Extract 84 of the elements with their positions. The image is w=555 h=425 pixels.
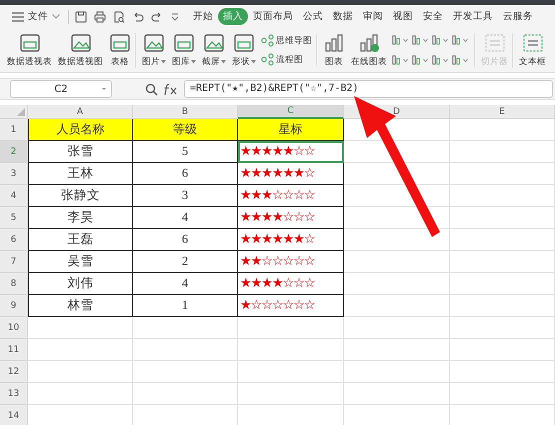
row-header[interactable]: 5 (0, 207, 28, 229)
ribbon-tab[interactable]: 审阅 (358, 8, 388, 25)
table-cell: ★★★★★★☆ (238, 163, 344, 185)
row-header[interactable]: 1 (0, 119, 28, 141)
ribbon-tab[interactable]: 数据 (328, 8, 358, 25)
text-box-icon (522, 32, 544, 52)
table-cell: 林雪 (28, 295, 133, 317)
table-cell: ★★★☆☆☆☆ (238, 185, 344, 207)
caret-icon (221, 60, 226, 63)
table-cell: 刘伟 (28, 273, 133, 295)
table-cell: ★★☆☆☆☆☆ (238, 251, 344, 273)
print-preview-icon[interactable] (113, 10, 125, 22)
function-icon[interactable] (163, 82, 179, 96)
column-header[interactable]: E (450, 105, 555, 119)
table-cell: 1 (133, 295, 238, 317)
ribbon-button[interactable]: 在线图表 (348, 32, 390, 68)
row-header[interactable]: 6 (0, 229, 28, 251)
ribbon-tab[interactable]: 开始 (188, 8, 218, 25)
row-header[interactable]: 10 (0, 317, 28, 339)
row-header[interactable]: 12 (0, 361, 28, 383)
redo-icon[interactable] (151, 10, 163, 22)
table-cell: 2 (133, 251, 238, 273)
header-cell: 人员名称 (28, 119, 133, 141)
menu-icon (12, 12, 24, 22)
table-cell: ★☆☆☆☆☆☆ (238, 295, 344, 317)
caret-icon (161, 60, 166, 63)
dropdown-icon[interactable] (170, 12, 180, 22)
ribbon-button[interactable]: 数据透视图 (55, 32, 106, 68)
undo-icon[interactable] (132, 10, 144, 22)
caret-icon (191, 60, 196, 63)
ribbon-button[interactable]: 流程图 (261, 53, 312, 66)
table-cell: 张雪 (28, 141, 133, 163)
table-cell: 吴雪 (28, 251, 133, 273)
ribbon-button[interactable]: 图库 (169, 32, 199, 68)
table-cell: 李昊 (28, 207, 133, 229)
row-header[interactable]: 13 (0, 383, 28, 405)
header-cell: 等级 (133, 119, 238, 141)
caret-icon (251, 60, 256, 63)
table-cell: ★★★★☆☆☆ (238, 207, 344, 229)
name-box[interactable]: C2 (10, 80, 112, 98)
file-menu[interactable]: 文件 (12, 10, 60, 23)
table-cell: 5 (133, 141, 238, 163)
row-header[interactable]: 4 (0, 185, 28, 207)
table-cell: 4 (133, 273, 238, 295)
ribbon-tab[interactable]: 视图 (388, 8, 418, 25)
row-header[interactable]: 9 (0, 295, 28, 317)
ribbon-button[interactable]: 表格 (106, 32, 136, 68)
row-header[interactable]: 11 (0, 339, 28, 361)
table-cell: 4 (133, 207, 238, 229)
row-header[interactable]: 3 (0, 163, 28, 185)
ribbon-button[interactable]: 数据透视表 (4, 32, 55, 68)
table-cell: ★★★★★☆☆ (238, 141, 344, 163)
header-cell: 星标 (238, 119, 344, 141)
formula-field[interactable]: =REPT("★",B2)&REPT("☆",7-B2) (184, 80, 553, 98)
print-icon[interactable] (94, 10, 106, 22)
ribbon-tab[interactable]: 开发工具 (448, 8, 498, 25)
table-cell: 6 (133, 163, 238, 185)
ribbon-tab[interactable]: 公式 (298, 8, 328, 25)
ribbon-button[interactable]: 图表 (320, 32, 348, 68)
online-chart-icon (358, 32, 380, 52)
column-header[interactable]: A (28, 105, 133, 119)
table-cell: 王磊 (28, 229, 133, 251)
table-cell: 王林 (28, 163, 133, 185)
ribbon-button[interactable]: 图片 (139, 32, 169, 68)
caret-icon (52, 14, 60, 19)
table-cell: ★★★★★★☆ (238, 229, 344, 251)
table-cell: 张静文 (28, 185, 133, 207)
ribbon-button[interactable]: 文本框 (516, 32, 549, 68)
column-header[interactable]: B (133, 105, 238, 119)
zoom-icon[interactable] (145, 82, 158, 96)
picture-icon (143, 32, 165, 52)
table-cell: 3 (133, 185, 238, 207)
row-header[interactable]: 14 (0, 405, 28, 425)
ribbon-tab[interactable]: 页面布局 (248, 8, 298, 25)
row-header[interactable]: 7 (0, 251, 28, 273)
ribbon-button[interactable]: 截屏 (199, 32, 229, 68)
ribbon-tab[interactable]: 安全 (418, 8, 448, 25)
table-cell: ★★★★☆☆☆ (238, 273, 344, 295)
row-header[interactable]: 8 (0, 273, 28, 295)
ribbon-tab[interactable]: 云服务 (498, 8, 538, 25)
table-cell: 6 (133, 229, 238, 251)
ribbon-button[interactable]: 思维导图 (261, 34, 312, 47)
save-icon[interactable] (75, 10, 87, 22)
ribbon-button[interactable]: 形状 (229, 32, 259, 68)
